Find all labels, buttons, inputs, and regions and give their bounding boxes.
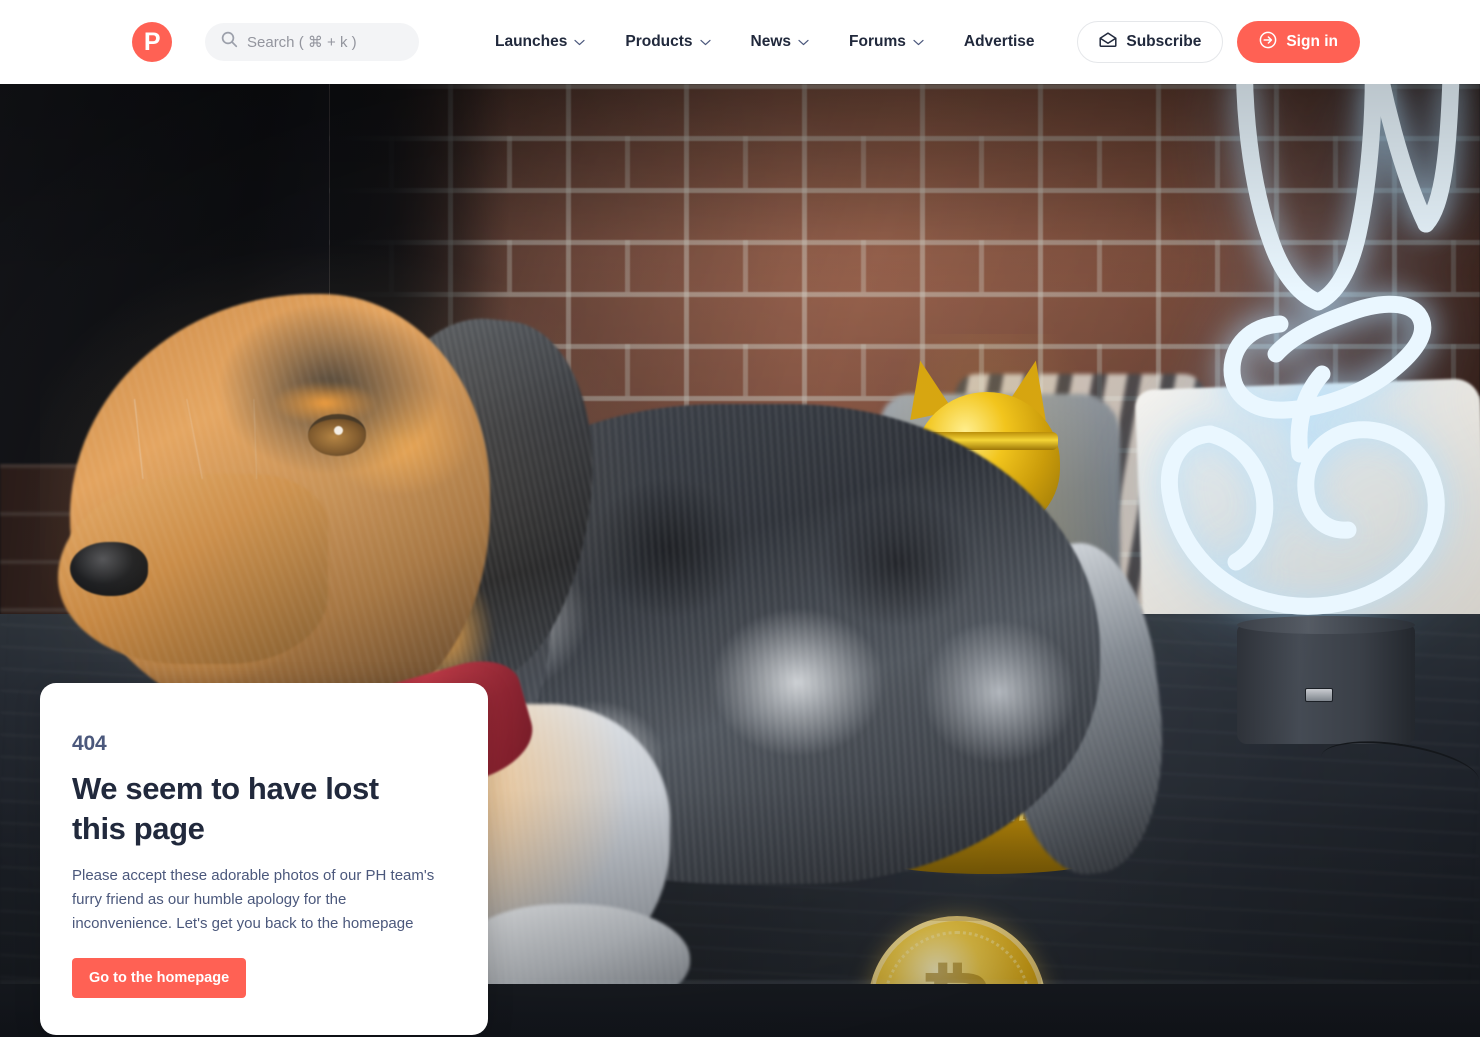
error-title: We seem to have lost this page	[72, 771, 379, 847]
nav-label: Forums	[849, 33, 906, 50]
nav-item-forums[interactable]: Forums	[849, 33, 924, 51]
neon-peace-sign	[1150, 84, 1480, 694]
nav-label: Products	[625, 33, 693, 50]
nav-label: Launches	[495, 33, 568, 50]
site-header: P Search ( ⌘ + k ) Launches Products New…	[0, 0, 1480, 84]
chevron-down-icon	[798, 33, 809, 51]
nav-label: News	[750, 33, 792, 50]
envelope-icon	[1099, 32, 1117, 52]
subscribe-button[interactable]: Subscribe	[1077, 21, 1224, 63]
chevron-down-icon	[913, 33, 924, 51]
neon-lamp-base	[1237, 616, 1415, 744]
login-arrow-icon	[1259, 31, 1277, 54]
error-code: 404	[72, 732, 107, 755]
nav-item-news[interactable]: News	[751, 33, 810, 51]
chevron-down-icon	[699, 33, 711, 51]
go-to-homepage-button[interactable]: Go to the homepage	[72, 957, 247, 998]
nav-item-launches[interactable]: Launches	[495, 33, 585, 51]
search-input[interactable]: Search ( ⌘ + k )	[205, 23, 419, 61]
sign-in-button[interactable]: Sign in	[1237, 21, 1360, 63]
chevron-down-icon	[574, 33, 585, 51]
nav-label: Advertise	[963, 33, 1035, 50]
nav-item-advertise[interactable]: Advertise	[964, 33, 1035, 51]
search-placeholder: Search ( ⌘ + k )	[247, 34, 357, 51]
dog-nose	[70, 542, 148, 596]
dog-whiskers	[128, 399, 358, 479]
sign-in-label: Sign in	[1286, 33, 1338, 50]
search-icon	[221, 31, 238, 53]
header-actions: Subscribe Sign in	[1077, 0, 1360, 84]
nav-item-products[interactable]: Products	[625, 33, 711, 51]
product-hunt-logo-icon[interactable]: P	[132, 22, 172, 62]
subscribe-label: Subscribe	[1126, 33, 1202, 50]
neon-power-switch	[1305, 688, 1333, 702]
main-navigation: Launches Products News Forums Advertise	[495, 0, 1035, 84]
error-card: 404 We seem to have lost this page Pleas…	[40, 683, 488, 1035]
error-description: Please accept these adorable photos of o…	[72, 866, 435, 932]
logo-letter: P	[143, 27, 161, 56]
